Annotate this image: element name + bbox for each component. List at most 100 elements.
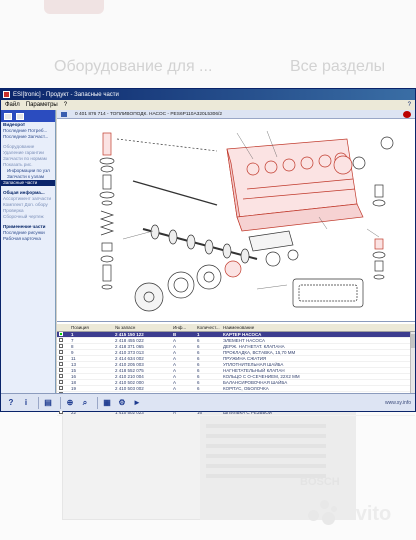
cell-info: А bbox=[173, 338, 177, 343]
cell-quantity: 6 bbox=[197, 362, 200, 367]
cell-name: ПРУЖИНА СЖАТИЯ bbox=[223, 356, 267, 361]
close-icon[interactable] bbox=[403, 111, 411, 118]
breadcrumb: 0 401 876 714 - ТОПЛИВОПОДК. НАСОС - PES… bbox=[57, 110, 415, 119]
element-stack-part bbox=[99, 132, 115, 290]
checkbox-icon[interactable] bbox=[59, 386, 63, 390]
row-checkbox[interactable] bbox=[57, 374, 69, 379]
column-name[interactable]: Наименование bbox=[221, 325, 415, 330]
cell-name: ЭЛЕМЕНТ НАСОСА bbox=[223, 338, 265, 343]
next-icon[interactable]: ► bbox=[131, 397, 143, 408]
cell-quantity: 6 bbox=[197, 380, 200, 385]
info-button[interactable]: i bbox=[20, 397, 32, 408]
drive-flange-part bbox=[134, 282, 164, 312]
pump-housing-part bbox=[226, 138, 358, 218]
listing-category-title[interactable]: Оборудование для ... bbox=[54, 58, 212, 76]
main-panel: 0 401 876 714 - ТОПЛИВОПОДК. НАСОС - PES… bbox=[57, 110, 415, 416]
cell-info: В bbox=[173, 332, 177, 337]
cell-position: 7 bbox=[71, 338, 74, 343]
cell-position: 11 bbox=[71, 356, 76, 361]
cell-name: ПРОКЛАДКА, ВСТАВКА, 15,70 MM bbox=[223, 350, 296, 355]
row-checkbox[interactable] bbox=[57, 380, 69, 385]
column-info[interactable]: Инф... bbox=[171, 325, 195, 330]
checkbox-icon[interactable] bbox=[59, 374, 63, 378]
cell-part-number: 2 410 210 004 bbox=[115, 374, 144, 379]
checkbox-icon[interactable] bbox=[59, 380, 63, 384]
cell-info: А bbox=[173, 344, 177, 349]
cell-info: А bbox=[173, 356, 177, 361]
table-scrollbar[interactable] bbox=[410, 332, 415, 393]
menu-file[interactable]: Файл bbox=[5, 102, 20, 108]
vendor-url: www.sy.info bbox=[384, 399, 411, 406]
row-checkbox[interactable] bbox=[57, 386, 69, 391]
checkbox-icon[interactable] bbox=[59, 332, 63, 336]
checkbox-icon[interactable] bbox=[59, 368, 63, 372]
brand-label: BOSCH bbox=[300, 476, 340, 488]
column-position[interactable]: Позиция bbox=[69, 325, 113, 330]
exploded-view-diagram[interactable] bbox=[57, 119, 415, 322]
site-logo bbox=[44, 0, 104, 14]
find-icon[interactable]: ⌕ bbox=[79, 397, 91, 408]
cell-quantity: 1 bbox=[197, 332, 200, 337]
row-checkbox[interactable] bbox=[57, 332, 69, 337]
checkbox-icon[interactable] bbox=[59, 350, 63, 354]
cell-name: КОРПУС, ОБОЛОЧКА bbox=[223, 386, 269, 391]
cell-name: НАГНЕТАТЕЛЬНЫЙ КЛАПАН bbox=[223, 368, 285, 373]
row-checkbox[interactable] bbox=[57, 338, 69, 343]
cell-name: ДЕРЖ. НАГНЕТАТ. КЛАПАНА bbox=[223, 344, 285, 349]
row-checkbox[interactable] bbox=[57, 362, 69, 367]
row-checkbox[interactable] bbox=[57, 350, 69, 355]
cell-name: КАРТЕР НАСОСА bbox=[223, 332, 262, 337]
bottom-cover-part bbox=[292, 278, 364, 308]
view-tab-icon[interactable] bbox=[16, 112, 24, 120]
manual-text-lines bbox=[206, 424, 326, 484]
cell-quantity: 6 bbox=[197, 344, 200, 349]
menu-options[interactable]: Параметры bbox=[26, 102, 58, 108]
scrollbar-thumb[interactable] bbox=[411, 334, 415, 348]
cell-part-number: 2 410 205 003 bbox=[115, 362, 144, 367]
settings-icon[interactable]: ⚙ bbox=[116, 397, 128, 408]
row-checkbox[interactable] bbox=[57, 368, 69, 373]
left-navigation: Видеорот Последние Потреб... Последние Зап… bbox=[1, 110, 56, 393]
listing-all-sections[interactable]: Все разделы bbox=[290, 58, 385, 76]
camshaft-part bbox=[142, 224, 258, 264]
parts-table: Позиция № запасн Инф... Количест... Наим… bbox=[57, 324, 415, 416]
checkbox-icon[interactable] bbox=[59, 344, 63, 348]
cell-quantity: 6 bbox=[197, 386, 200, 391]
cell-quantity: 6 bbox=[197, 338, 200, 343]
cell-part-number: 2 418 371 065 bbox=[115, 344, 144, 349]
column-quantity[interactable]: Количест... bbox=[195, 325, 221, 330]
help-button[interactable]: ? bbox=[5, 397, 17, 408]
cell-part-number: 2 414 634 002 bbox=[115, 356, 144, 361]
cell-part-number: 2 415 150 122 bbox=[115, 332, 144, 337]
checkbox-icon[interactable] bbox=[59, 356, 63, 360]
cell-position: 18 bbox=[71, 380, 77, 385]
avito-logo-icon bbox=[308, 500, 338, 528]
parts-table-header: Позиция № запасн Инф... Количест... Наим… bbox=[57, 324, 415, 332]
row-checkbox[interactable] bbox=[57, 356, 69, 361]
cell-quantity: 6 bbox=[197, 368, 200, 373]
column-part-number[interactable]: № запасн bbox=[113, 325, 171, 330]
avito-watermark: Avito bbox=[308, 500, 391, 528]
help-icon[interactable]: ? bbox=[408, 102, 411, 108]
nav-item[interactable]: Рабочая карточка bbox=[1, 236, 55, 242]
cell-part-number: 2 418 552 075 bbox=[115, 368, 144, 373]
cell-info: А bbox=[173, 380, 177, 385]
cell-name: КОЛЬЦО С О-СЕЧЕНИЕМ, 22X2 MM bbox=[223, 374, 300, 379]
window-title: ESI[tronic] - Продукт - Запасные части bbox=[13, 91, 119, 98]
nav-item[interactable]: Последние Запчаст... bbox=[1, 134, 55, 140]
right-fittings-part bbox=[372, 136, 394, 280]
print-button[interactable]: ▤ bbox=[42, 397, 54, 408]
checkbox-icon[interactable] bbox=[59, 338, 63, 342]
menu-bar: Файл Параметры ? ? bbox=[1, 100, 415, 110]
zoom-icon[interactable]: ⊕ bbox=[64, 397, 76, 408]
menu-help[interactable]: ? bbox=[64, 102, 67, 108]
pump-exploded-drawing bbox=[99, 130, 394, 312]
product-tab-icon[interactable] bbox=[4, 112, 12, 120]
export-icon[interactable]: ▦ bbox=[101, 397, 113, 408]
cell-name: УПЛОТНИТЕЛЬНАЯ ШАЙБА bbox=[223, 362, 284, 367]
row-checkbox[interactable] bbox=[57, 344, 69, 349]
app-body: Видеорот Последние Потреб... Последние Зап… bbox=[1, 110, 415, 416]
checkbox-icon[interactable] bbox=[59, 362, 63, 366]
window-titlebar[interactable]: ESI[tronic] - Продукт - Запасные части bbox=[1, 89, 415, 100]
cell-position: 9 bbox=[71, 350, 74, 355]
